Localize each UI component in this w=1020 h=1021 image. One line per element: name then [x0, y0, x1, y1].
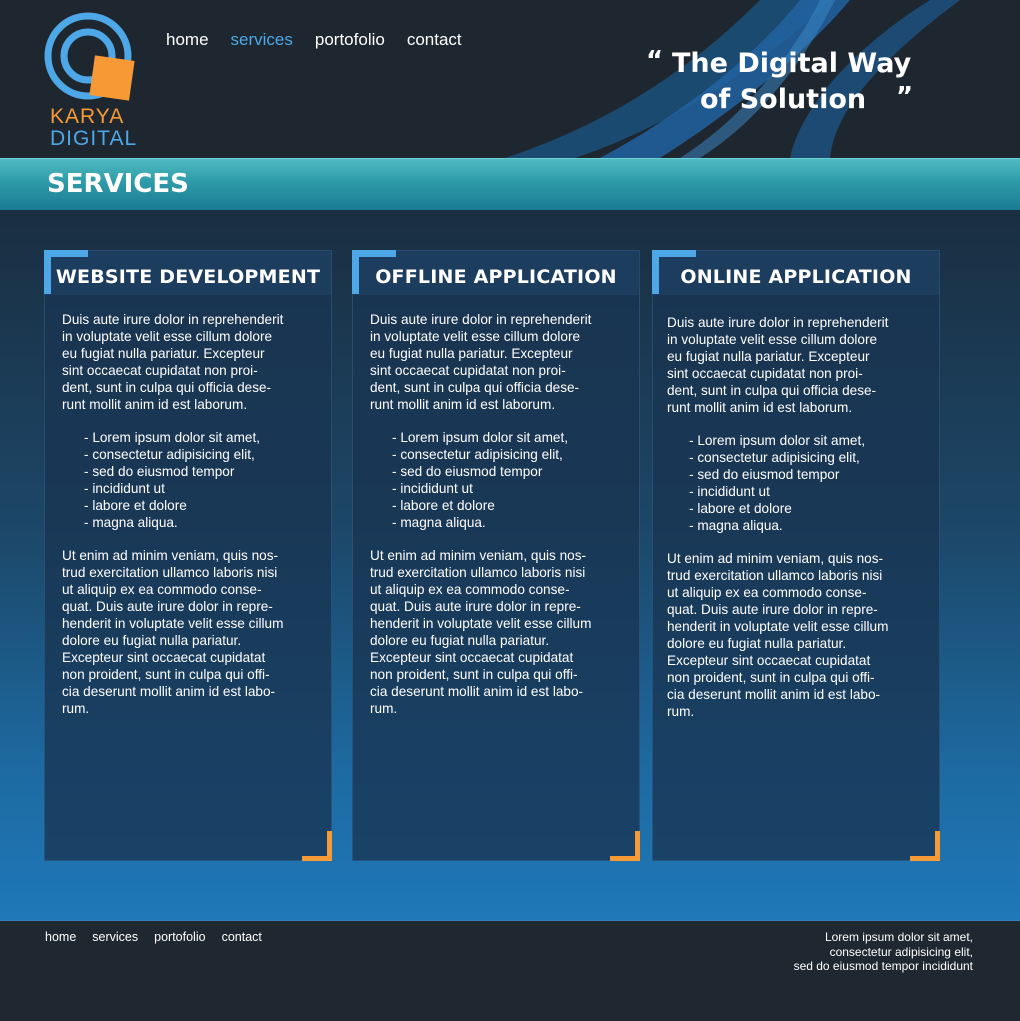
list-item: labore et dolore — [689, 500, 929, 517]
list-item: consectetur adipisicing elit, — [392, 446, 632, 463]
list-item: magna aliqua. — [689, 517, 929, 534]
service-card-website-development: WEBSITE DEVELOPMENT Duis aute irure dolo… — [44, 250, 332, 861]
footer-nav-portofolio[interactable]: portofolio — [154, 930, 205, 944]
list-item: Lorem ipsum dolor sit amet, — [689, 432, 929, 449]
logo[interactable]: KARYA DIGITAL — [44, 12, 140, 150]
footer-nav-services[interactable]: services — [92, 930, 138, 944]
tagline-line-2: of Solution — [700, 84, 867, 115]
list-item: sed do eiusmod tempor — [84, 463, 324, 480]
logo-mark-icon — [44, 12, 135, 101]
card-corner-bottom-right — [610, 831, 640, 861]
card-outro-text: Ut enim ad minim veniam, quis nos- trud … — [667, 551, 889, 719]
tagline-open-quote: “ — [646, 46, 664, 76]
card-title: WEBSITE DEVELOPMENT — [55, 266, 321, 288]
card-intro-text: Duis aute irure dolor in reprehenderit i… — [667, 315, 889, 415]
section-title-bar: SERVICES — [0, 158, 1020, 211]
card-list: Lorem ipsum dolor sit amet, consectetur … — [84, 429, 324, 531]
list-item: Lorem ipsum dolor sit amet, — [84, 429, 324, 446]
card-title: OFFLINE APPLICATION — [375, 266, 617, 288]
tagline: “ The Digital Way of Solution ” — [640, 44, 940, 124]
list-item: consectetur adipisicing elit, — [84, 446, 324, 463]
card-list: Lorem ipsum dolor sit amet, consectetur … — [689, 432, 929, 534]
card-outro-text: Ut enim ad minim veniam, quis nos- trud … — [370, 548, 592, 716]
card-body: Duis aute irure dolor in reprehenderit i… — [370, 311, 632, 717]
footer-text: Lorem ipsum dolor sit amet, consectetur … — [793, 930, 973, 973]
list-item: incididunt ut — [84, 480, 324, 497]
page-title: SERVICES — [47, 169, 189, 199]
footer-nav: home services portofolio contact — [45, 930, 262, 944]
list-item: labore et dolore — [392, 497, 632, 514]
list-item: labore et dolore — [84, 497, 324, 514]
card-corner-bottom-right — [302, 831, 332, 861]
main-nav: home services portofolio contact — [166, 29, 462, 51]
service-card-online-application: ONLINE APPLICATION Duis aute irure dolor… — [652, 250, 940, 861]
nav-portofolio[interactable]: portofolio — [315, 29, 385, 51]
list-item: sed do eiusmod tempor — [689, 466, 929, 483]
logo-word-digital: DIGITAL — [50, 127, 138, 150]
card-body: Duis aute irure dolor in reprehenderit i… — [62, 311, 324, 717]
nav-home[interactable]: home — [166, 29, 209, 51]
tagline-close-quote: ” — [896, 82, 914, 112]
nav-contact[interactable]: contact — [407, 29, 462, 51]
card-title: ONLINE APPLICATION — [680, 266, 912, 288]
logo-word-karya: KARYA — [50, 105, 125, 128]
card-intro-text: Duis aute irure dolor in reprehenderit i… — [370, 312, 592, 412]
site-footer: home services portofolio contact Lorem i… — [0, 920, 1020, 1021]
site-header: KARYA DIGITAL home services portofolio c… — [0, 0, 1020, 158]
card-corner-bottom-right — [910, 831, 940, 861]
main-content: WEBSITE DEVELOPMENT Duis aute irure dolo… — [0, 210, 1020, 920]
card-outro-text: Ut enim ad minim veniam, quis nos- trud … — [62, 548, 284, 716]
tagline-line-1: The Digital Way — [672, 48, 912, 79]
list-item: magna aliqua. — [84, 514, 324, 531]
footer-nav-home[interactable]: home — [45, 930, 76, 944]
list-item: consectetur adipisicing elit, — [689, 449, 929, 466]
service-card-offline-application: OFFLINE APPLICATION Duis aute irure dolo… — [352, 250, 640, 861]
card-list: Lorem ipsum dolor sit amet, consectetur … — [392, 429, 632, 531]
list-item: incididunt ut — [392, 480, 632, 497]
list-item: Lorem ipsum dolor sit amet, — [392, 429, 632, 446]
footer-nav-contact[interactable]: contact — [222, 930, 262, 944]
card-body: Duis aute irure dolor in reprehenderit i… — [667, 314, 929, 720]
list-item: incididunt ut — [689, 483, 929, 500]
nav-services[interactable]: services — [231, 29, 293, 51]
card-intro-text: Duis aute irure dolor in reprehenderit i… — [62, 312, 284, 412]
list-item: sed do eiusmod tempor — [392, 463, 632, 480]
list-item: magna aliqua. — [392, 514, 632, 531]
